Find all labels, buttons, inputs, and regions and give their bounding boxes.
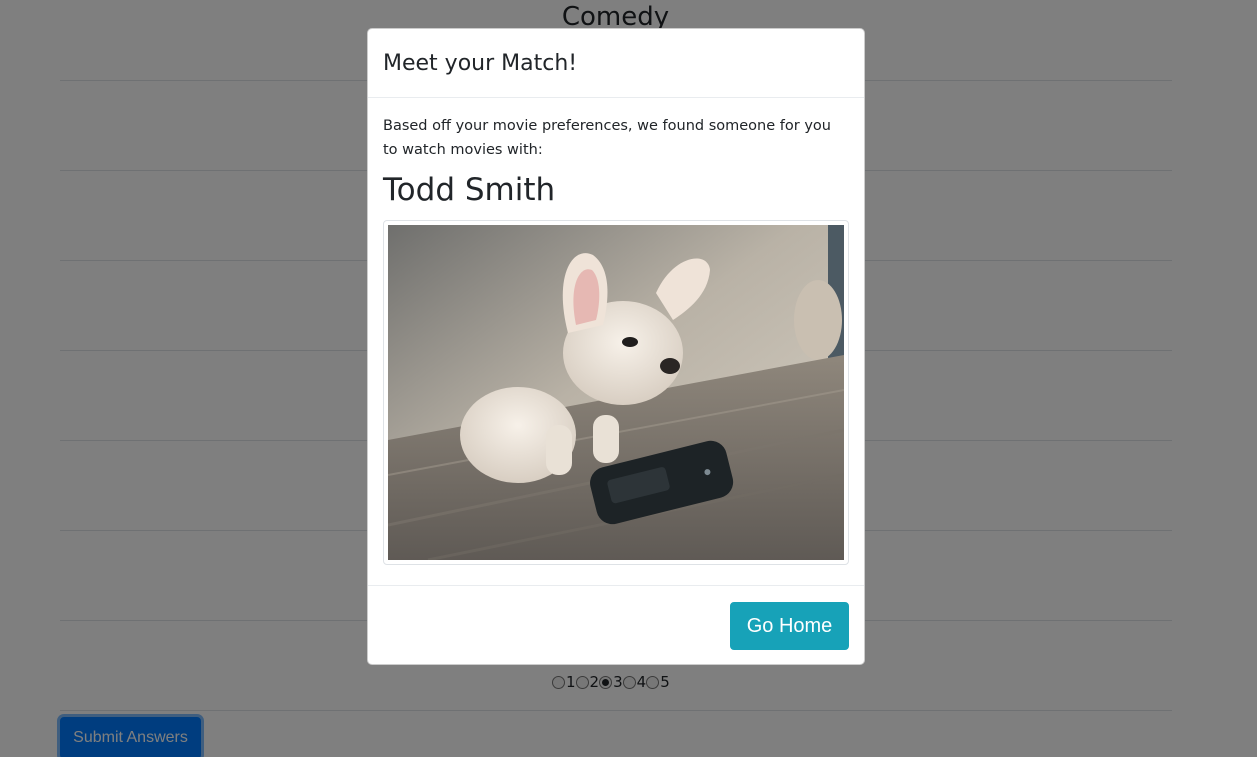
modal-footer: Go Home	[368, 585, 864, 664]
match-name: Todd Smith	[383, 172, 556, 208]
match-message: Based off your movie preferences, we fou…	[383, 118, 831, 158]
modal-header: Meet your Match!	[368, 29, 864, 98]
match-modal: Meet your Match! Based off your movie pr…	[367, 28, 865, 665]
modal-body: Based off your movie preferences, we fou…	[368, 98, 864, 585]
go-home-button[interactable]: Go Home	[730, 601, 849, 650]
modal-title: Meet your Match!	[383, 51, 578, 76]
match-photo	[388, 225, 844, 560]
match-photo-frame	[383, 220, 849, 565]
page: Comedy 1 2 3 4 5 Submit Answers	[0, 0, 1257, 757]
